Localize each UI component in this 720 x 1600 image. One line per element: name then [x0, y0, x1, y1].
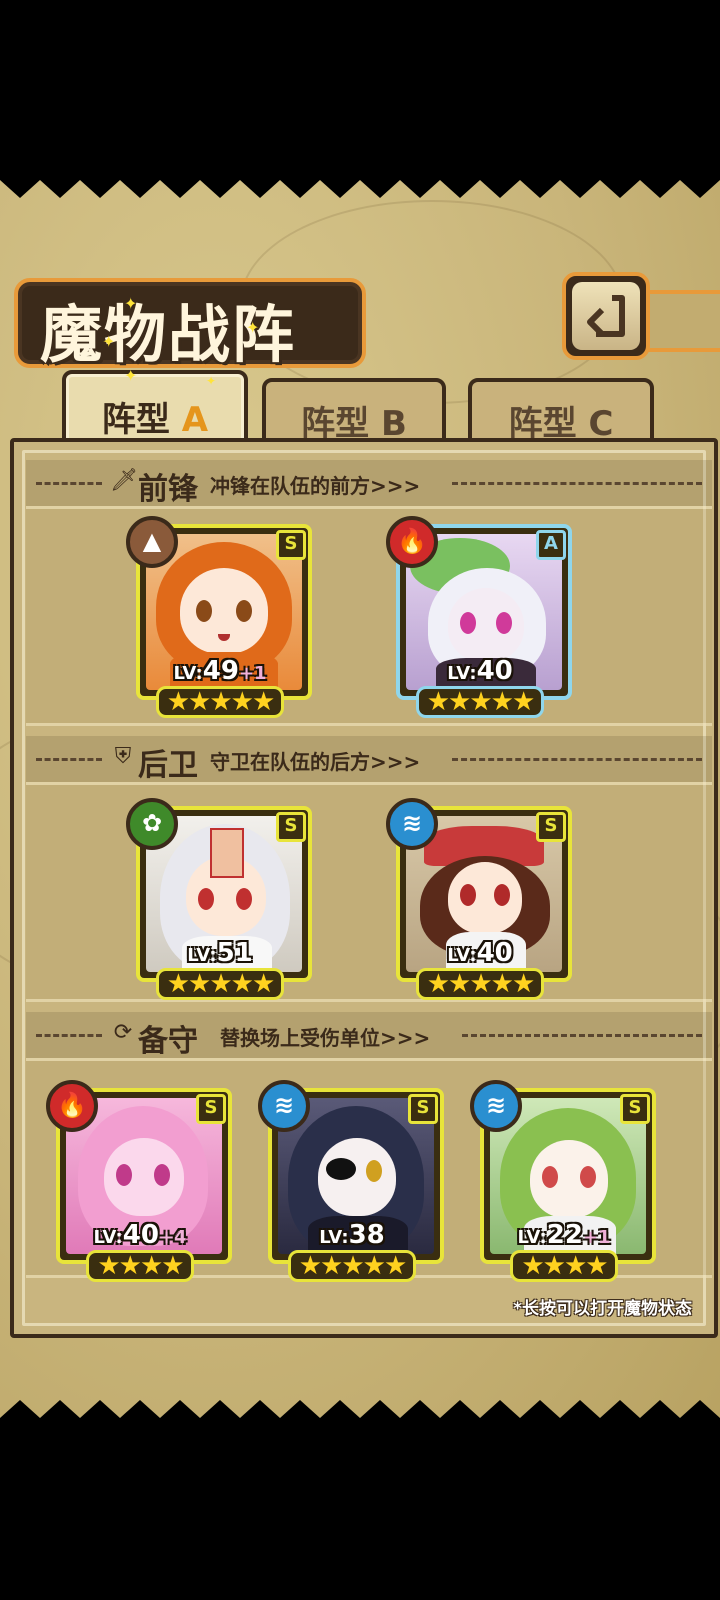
- face: [448, 862, 522, 934]
- sparkle-icon: ✦: [124, 294, 138, 313]
- level-label: LV:51: [187, 938, 253, 968]
- unit-card-front-2[interactable]: A LV:40 🔥 ★★★★★: [386, 516, 572, 718]
- unit-card-back-1[interactable]: S LV:51 ✿ ★★★★★: [126, 798, 312, 1000]
- eyepatch: [326, 1158, 356, 1180]
- eye: [580, 1166, 596, 1188]
- face: [318, 1138, 396, 1216]
- title-plate: 魔物战阵 ✦ ✦ ✦: [14, 278, 366, 371]
- shield-icon: ⛨: [114, 744, 132, 769]
- torn-edge-bottom: [0, 1400, 720, 1438]
- star-rating: ★★★★: [480, 1250, 648, 1282]
- eye: [116, 1164, 132, 1186]
- water-element-icon: ≋: [258, 1080, 310, 1132]
- eye: [460, 612, 476, 634]
- earth-element-icon: ▲: [126, 516, 178, 568]
- eye: [196, 600, 212, 622]
- back-button-face: [572, 282, 640, 350]
- level-label: LV:40: [447, 656, 513, 686]
- level-label: LV:49+1: [173, 656, 267, 686]
- section-title: 后卫: [138, 748, 198, 783]
- eye: [496, 612, 512, 634]
- rank-badge: S: [196, 1094, 226, 1124]
- sparkle-icon: ✦: [246, 318, 260, 337]
- star-rating: ★★★★★: [268, 1250, 436, 1282]
- star-rating: ★★★★★: [396, 968, 564, 1000]
- eye: [494, 884, 510, 906]
- rank-badge: S: [408, 1094, 438, 1124]
- star-rating: ★★★★★: [396, 686, 564, 718]
- unit-card-reserve-3[interactable]: S LV:22+1 ≋ ★★★★: [470, 1080, 656, 1282]
- unit-card-reserve-1[interactable]: S LV:40+4 🔥 ★★★★: [46, 1080, 232, 1282]
- section-header-back: ⛨ 后卫 守卫在队伍的后方>>>: [26, 736, 712, 783]
- eye: [460, 884, 476, 906]
- unit-card-front-1[interactable]: S LV:49+1 ▲ ★★★★★: [126, 516, 312, 718]
- level-label: LV:40+4: [93, 1220, 187, 1250]
- eye: [542, 1166, 558, 1188]
- torn-edge-top: [0, 160, 720, 198]
- rank-badge: S: [276, 530, 306, 560]
- level-label: LV:40: [447, 938, 513, 968]
- level-label: LV:22+1: [517, 1220, 611, 1250]
- eye: [236, 888, 252, 910]
- level-label: LV:38: [319, 1220, 385, 1250]
- fire-element-icon: 🔥: [386, 516, 438, 568]
- eye: [198, 888, 214, 910]
- section-description: 守卫在队伍的后方>>>: [210, 750, 421, 774]
- unit-card-reserve-2[interactable]: S LV:38 ≋ ★★★★★: [258, 1080, 444, 1282]
- divider: [452, 482, 702, 485]
- divider: [452, 758, 702, 761]
- back-arrow-icon: [587, 295, 625, 337]
- eye: [236, 600, 252, 622]
- divider: [36, 758, 102, 761]
- section-header-reserve: ⟳ 备守 替换场上受伤单位>>>: [26, 1012, 712, 1059]
- divider: [36, 482, 102, 485]
- fire-element-icon: 🔥: [46, 1080, 98, 1132]
- sparkle-icon: ✦: [124, 366, 138, 385]
- rank-badge: A: [536, 530, 566, 560]
- talisman: [210, 828, 244, 878]
- unit-card-back-2[interactable]: S LV:40 ≋ ★★★★★: [386, 798, 572, 1000]
- swap-icon: ⟳: [113, 1020, 133, 1045]
- water-element-icon: ≋: [386, 798, 438, 850]
- sparkle-icon: ✦: [206, 374, 217, 388]
- star-rating: ★★★★: [56, 1250, 224, 1282]
- rank-badge: S: [276, 812, 306, 842]
- water-element-icon: ≋: [470, 1080, 522, 1132]
- tab-label: 阵型 A: [101, 400, 209, 440]
- sparkle-icon: ✦: [102, 332, 116, 351]
- star-rating: ★★★★★: [136, 968, 304, 1000]
- face: [180, 568, 268, 654]
- long-press-hint: *长按可以打开魔物状态: [513, 1299, 692, 1319]
- back-button-rail: [640, 290, 720, 352]
- section-description: 替换场上受伤单位>>>: [220, 1026, 431, 1050]
- sword-icon: 🗡: [110, 468, 138, 493]
- section-title: 备守: [138, 1024, 198, 1059]
- eye: [366, 1160, 382, 1182]
- back-button[interactable]: [562, 272, 650, 360]
- divider: [36, 1034, 102, 1037]
- divider: [462, 1034, 702, 1037]
- section-title: 前锋: [138, 472, 198, 507]
- leaf-element-icon: ✿: [126, 798, 178, 850]
- star-rating: ★★★★★: [136, 686, 304, 718]
- rank-badge: S: [620, 1094, 650, 1124]
- section-header-front: 🗡 前锋 冲锋在队伍的前方>>>: [26, 460, 712, 507]
- eye: [154, 1164, 170, 1186]
- rank-badge: S: [536, 812, 566, 842]
- section-description: 冲锋在队伍的前方>>>: [210, 474, 421, 498]
